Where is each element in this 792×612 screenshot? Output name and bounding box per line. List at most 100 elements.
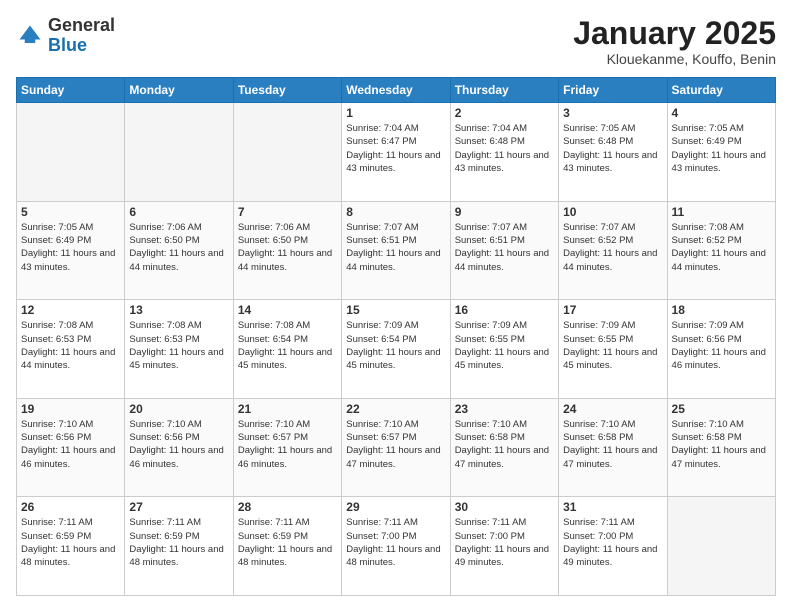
calendar-day-cell [667,497,775,596]
day-number: 23 [455,402,554,416]
day-number: 19 [21,402,120,416]
calendar-day-cell: 17 Sunrise: 7:09 AMSunset: 6:55 PMDayligh… [559,300,667,399]
day-number: 20 [129,402,228,416]
day-info: Sunrise: 7:09 AMSunset: 6:54 PMDaylight:… [346,320,440,371]
day-info: Sunrise: 7:06 AMSunset: 6:50 PMDaylight:… [238,222,332,273]
calendar-day-cell: 6 Sunrise: 7:06 AMSunset: 6:50 PMDaylight… [125,201,233,300]
day-number: 13 [129,303,228,317]
calendar-day-cell [125,103,233,202]
calendar-day-header: Monday [125,78,233,103]
calendar-day-cell: 8Sunrise: 7:07 AMSunset: 6:51 PMDaylight… [342,201,450,300]
day-info: Sunrise: 7:09 AMSunset: 6:56 PMDaylight:… [672,320,766,371]
day-number: 17 [563,303,662,317]
day-number: 7 [238,205,337,219]
day-info: Sunrise: 7:08 AMSunset: 6:54 PMDaylight:… [238,320,332,371]
calendar-day-cell: 20 Sunrise: 7:10 AMSunset: 6:56 PMDayligh… [125,398,233,497]
day-info: Sunrise: 7:11 AMSunset: 6:59 PMDaylight:… [129,517,223,568]
calendar-day-cell: 22Sunrise: 7:10 AMSunset: 6:57 PMDayligh… [342,398,450,497]
calendar-day-header: Tuesday [233,78,341,103]
title-area: January 2025 Klouekanme, Kouffo, Benin [573,16,776,67]
calendar-day-cell: 30 Sunrise: 7:11 AMSunset: 7:00 PMDayligh… [450,497,558,596]
logo-icon [16,22,44,50]
location: Klouekanme, Kouffo, Benin [573,51,776,67]
day-number: 28 [238,500,337,514]
calendar-day-cell: 9 Sunrise: 7:07 AMSunset: 6:51 PMDaylight… [450,201,558,300]
calendar-day-cell [233,103,341,202]
calendar-day-cell: 23Sunrise: 7:10 AMSunset: 6:58 PMDayligh… [450,398,558,497]
day-number: 5 [21,205,120,219]
logo-general-text: General [48,15,115,35]
day-info: Sunrise: 7:11 AMSunset: 7:00 PMDaylight:… [455,517,549,568]
day-info: Sunrise: 7:10 AMSunset: 6:58 PMDaylight:… [563,419,657,470]
calendar-day-cell: 12 Sunrise: 7:08 AMSunset: 6:53 PMDayligh… [17,300,125,399]
day-info: Sunrise: 7:06 AMSunset: 6:50 PMDaylight:… [129,222,223,273]
day-number: 12 [21,303,120,317]
day-info: Sunrise: 7:04 AMSunset: 6:47 PMDaylight:… [346,123,440,174]
calendar-day-cell: 18 Sunrise: 7:09 AMSunset: 6:56 PMDayligh… [667,300,775,399]
calendar-day-cell: 15 Sunrise: 7:09 AMSunset: 6:54 PMDayligh… [342,300,450,399]
calendar-day-cell: 21Sunrise: 7:10 AMSunset: 6:57 PMDayligh… [233,398,341,497]
day-number: 1 [346,106,445,120]
day-number: 27 [129,500,228,514]
day-number: 10 [563,205,662,219]
calendar-day-cell: 7 Sunrise: 7:06 AMSunset: 6:50 PMDaylight… [233,201,341,300]
day-number: 25 [672,402,771,416]
calendar-day-cell: 28 Sunrise: 7:11 AMSunset: 6:59 PMDayligh… [233,497,341,596]
day-number: 6 [129,205,228,219]
calendar-week-row: 12 Sunrise: 7:08 AMSunset: 6:53 PMDayligh… [17,300,776,399]
day-number: 8 [346,205,445,219]
calendar-day-cell: 14 Sunrise: 7:08 AMSunset: 6:54 PMDayligh… [233,300,341,399]
day-number: 26 [21,500,120,514]
day-info: Sunrise: 7:04 AMSunset: 6:48 PMDaylight:… [455,123,549,174]
day-number: 15 [346,303,445,317]
day-info: Sunrise: 7:11 AMSunset: 6:59 PMDaylight:… [238,517,332,568]
month-title: January 2025 [573,16,776,51]
calendar-day-cell: 3Sunrise: 7:05 AMSunset: 6:48 PMDaylight… [559,103,667,202]
day-info: Sunrise: 7:10 AMSunset: 6:56 PMDaylight:… [129,419,223,470]
day-info: Sunrise: 7:10 AMSunset: 6:57 PMDaylight:… [346,419,440,470]
day-info: Sunrise: 7:05 AMSunset: 6:49 PMDaylight:… [21,222,115,273]
calendar-day-cell [17,103,125,202]
calendar-day-cell: 19 Sunrise: 7:10 AMSunset: 6:56 PMDayligh… [17,398,125,497]
calendar-day-cell: 10Sunrise: 7:07 AMSunset: 6:52 PMDayligh… [559,201,667,300]
day-number: 14 [238,303,337,317]
calendar-week-row: 1 Sunrise: 7:04 AMSunset: 6:47 PMDaylight… [17,103,776,202]
day-number: 18 [672,303,771,317]
day-number: 2 [455,106,554,120]
calendar-day-cell: 31Sunrise: 7:11 AMSunset: 7:00 PMDayligh… [559,497,667,596]
logo-text: General Blue [48,16,115,56]
day-number: 9 [455,205,554,219]
day-number: 29 [346,500,445,514]
calendar-day-header: Thursday [450,78,558,103]
day-info: Sunrise: 7:08 AMSunset: 6:53 PMDaylight:… [21,320,115,371]
calendar-day-cell: 11Sunrise: 7:08 AMSunset: 6:52 PMDayligh… [667,201,775,300]
calendar-header-row: SundayMondayTuesdayWednesdayThursdayFrid… [17,78,776,103]
day-info: Sunrise: 7:07 AMSunset: 6:51 PMDaylight:… [455,222,549,273]
calendar-day-header: Friday [559,78,667,103]
day-info: Sunrise: 7:10 AMSunset: 6:58 PMDaylight:… [672,419,766,470]
calendar-day-cell: 24Sunrise: 7:10 AMSunset: 6:58 PMDayligh… [559,398,667,497]
day-info: Sunrise: 7:10 AMSunset: 6:57 PMDaylight:… [238,419,332,470]
day-info: Sunrise: 7:10 AMSunset: 6:56 PMDaylight:… [21,419,115,470]
day-info: Sunrise: 7:11 AMSunset: 7:00 PMDaylight:… [346,517,440,568]
calendar-day-cell: 1 Sunrise: 7:04 AMSunset: 6:47 PMDaylight… [342,103,450,202]
calendar-day-cell: 26 Sunrise: 7:11 AMSunset: 6:59 PMDayligh… [17,497,125,596]
calendar-table: SundayMondayTuesdayWednesdayThursdayFrid… [16,77,776,596]
calendar-day-cell: 13Sunrise: 7:08 AMSunset: 6:53 PMDayligh… [125,300,233,399]
day-info: Sunrise: 7:11 AMSunset: 6:59 PMDaylight:… [21,517,115,568]
day-number: 3 [563,106,662,120]
day-info: Sunrise: 7:08 AMSunset: 6:52 PMDaylight:… [672,222,766,273]
day-info: Sunrise: 7:09 AMSunset: 6:55 PMDaylight:… [455,320,549,371]
logo-blue-text: Blue [48,35,87,55]
day-number: 31 [563,500,662,514]
calendar-day-header: Wednesday [342,78,450,103]
calendar-day-cell: 27 Sunrise: 7:11 AMSunset: 6:59 PMDayligh… [125,497,233,596]
calendar-week-row: 19 Sunrise: 7:10 AMSunset: 6:56 PMDayligh… [17,398,776,497]
day-number: 30 [455,500,554,514]
day-info: Sunrise: 7:09 AMSunset: 6:55 PMDaylight:… [563,320,657,371]
calendar-week-row: 26 Sunrise: 7:11 AMSunset: 6:59 PMDayligh… [17,497,776,596]
calendar-day-cell: 29 Sunrise: 7:11 AMSunset: 7:00 PMDayligh… [342,497,450,596]
calendar-day-header: Sunday [17,78,125,103]
calendar-day-cell: 25 Sunrise: 7:10 AMSunset: 6:58 PMDayligh… [667,398,775,497]
calendar-week-row: 5 Sunrise: 7:05 AMSunset: 6:49 PMDaylight… [17,201,776,300]
